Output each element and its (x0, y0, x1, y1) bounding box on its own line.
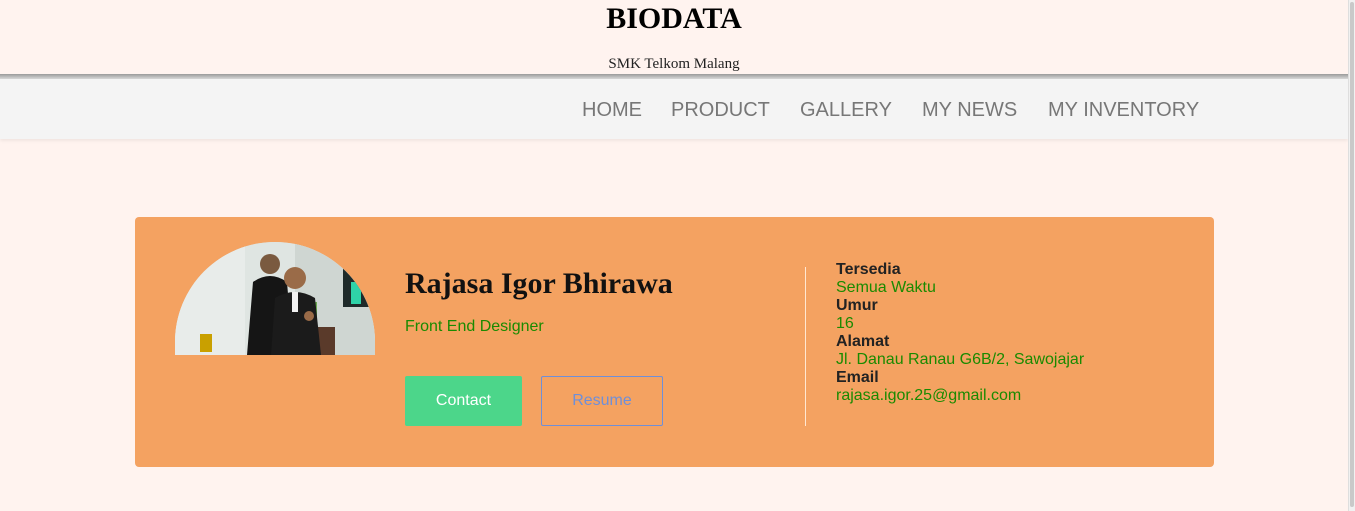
detail-value-email: rajasa.igor.25@gmail.com (836, 387, 1022, 404)
page-subtitle: SMK Telkom Malang (608, 56, 740, 72)
site-header: BIODATA SMK Telkom Malang (0, 0, 1348, 76)
detail-label-tersedia: Tersedia (836, 261, 901, 278)
profile-photo (175, 242, 375, 355)
page-title: BIODATA (606, 2, 742, 35)
detail-value-tersedia: Semua Waktu (836, 279, 936, 296)
nav-item-my-inventory[interactable]: MY INVENTORY (1048, 98, 1199, 122)
navbar: HOME PRODUCT GALLERY MY NEWS MY INVENTOR… (0, 79, 1348, 139)
profile-details: Tersedia Semua Waktu Umur 16 Alamat Jl. … (836, 261, 1084, 405)
detail-label-email: Email (836, 369, 879, 386)
resume-button[interactable]: Resume (541, 376, 663, 426)
vertical-divider (805, 267, 806, 426)
profile-name: Rajasa Igor Bhirawa (405, 267, 673, 300)
profile-role: Front End Designer (405, 318, 544, 335)
vertical-scrollbar[interactable] (1348, 0, 1355, 511)
profile-card: Rajasa Igor Bhirawa Front End Designer C… (135, 217, 1214, 467)
contact-button[interactable]: Contact (405, 376, 522, 426)
detail-value-umur: 16 (836, 315, 854, 332)
detail-label-alamat: Alamat (836, 333, 890, 350)
detail-value-alamat: Jl. Danau Ranau G6B/2, Sawojajar (836, 351, 1085, 368)
nav-item-gallery[interactable]: GALLERY (800, 98, 892, 122)
nav-item-home[interactable]: HOME (582, 98, 642, 122)
detail-label-umur: Umur (836, 297, 878, 314)
nav-item-product[interactable]: PRODUCT (671, 98, 770, 122)
nav-item-my-news[interactable]: MY NEWS (922, 98, 1017, 122)
scrollbar-thumb[interactable] (1350, 2, 1354, 507)
